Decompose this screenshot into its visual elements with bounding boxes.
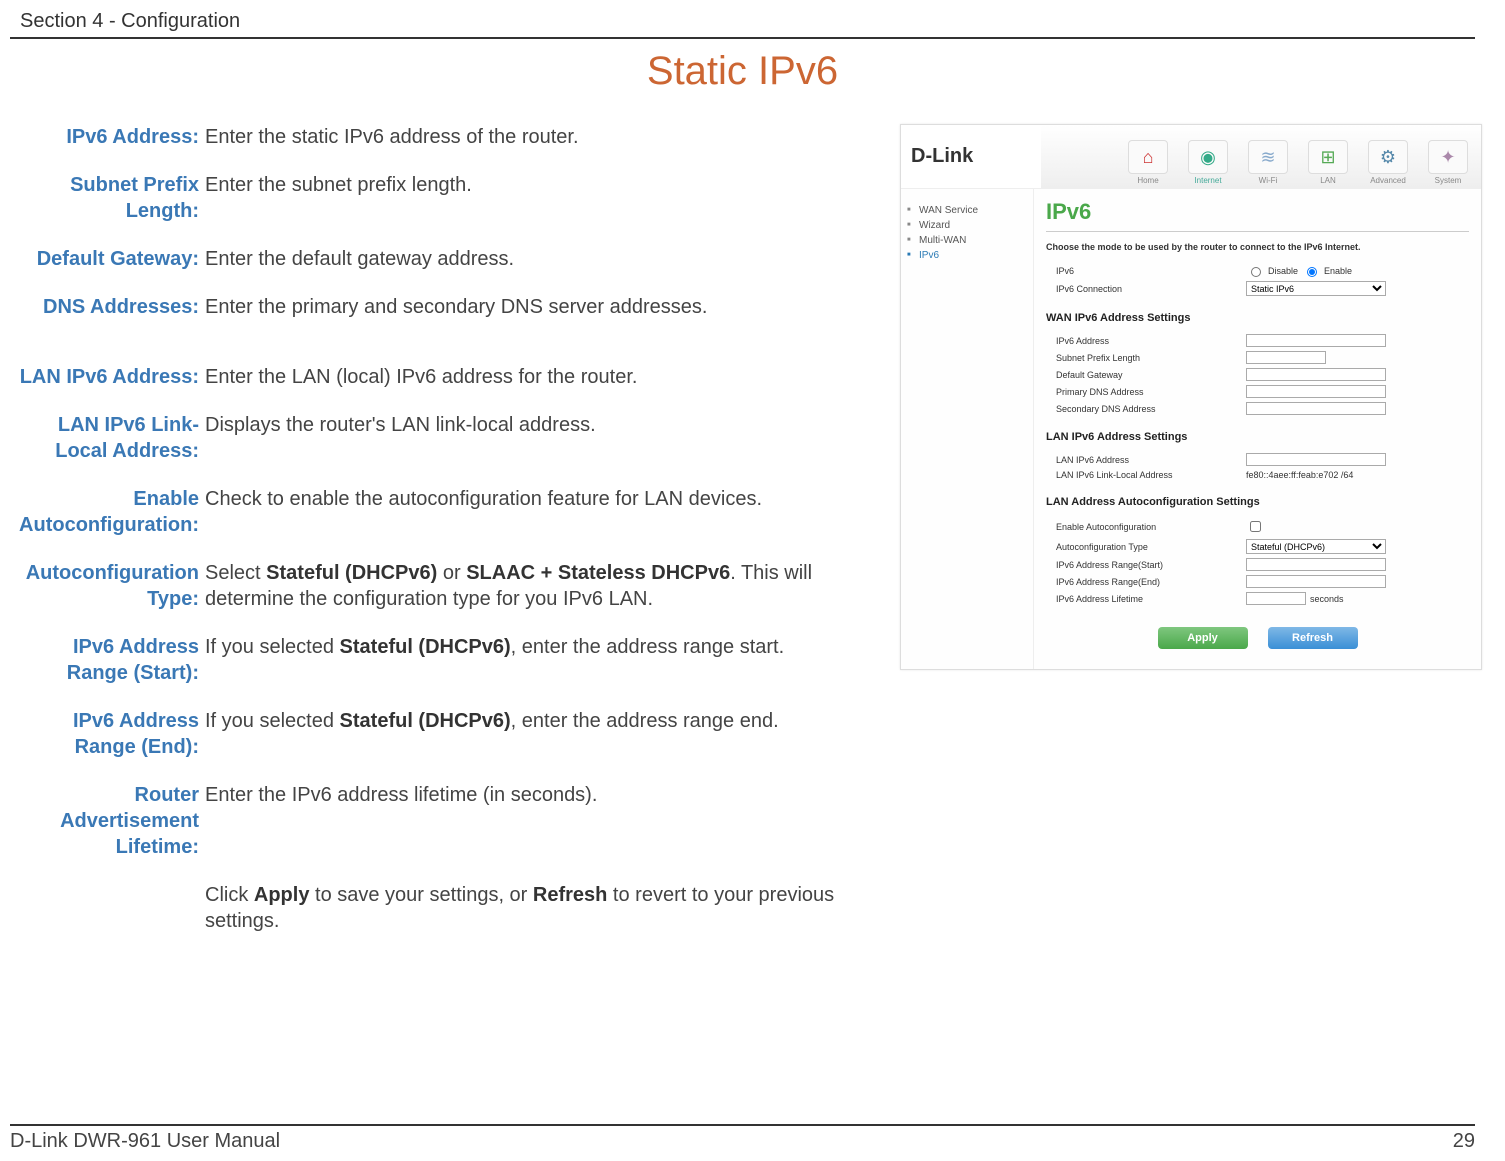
wan-gateway-input[interactable] <box>1246 368 1386 381</box>
label-ipv6-address: IPv6 Address: <box>10 124 205 150</box>
autoconfig-type-select[interactable]: Stateful (DHCPv6) <box>1246 539 1386 554</box>
radio-enable[interactable] <box>1307 267 1317 277</box>
sidebar-item-wizard[interactable]: Wizard <box>907 218 1027 233</box>
wifi-icon: ≋ <box>1248 140 1288 174</box>
page-title: Static IPv6 <box>10 49 1475 94</box>
router-ui-screenshot: D-Link ⌂Home ◉Internet ≋Wi-Fi ⊞LAN ⚙Adva… <box>900 124 1482 670</box>
desc-default-gateway: Enter the default gateway address. <box>205 246 860 272</box>
section-autoconfig-title: LAN Address Autoconfiguration Settings <box>1046 496 1469 508</box>
top-nav: ⌂Home ◉Internet ≋Wi-Fi ⊞LAN ⚙Advanced ✦S… <box>1041 125 1481 188</box>
main-heading: IPv6 <box>1046 199 1469 232</box>
range-end-label: IPv6 Address Range(End) <box>1056 577 1246 587</box>
label-lan-linklocal: LAN IPv6 Link-Local Address: <box>10 412 205 464</box>
desc-range-end: If you selected Stateful (DHCPv6), enter… <box>205 708 860 760</box>
wan-ipv6-address-label: IPv6 Address <box>1056 336 1246 346</box>
wan-prefix-label: Subnet Prefix Length <box>1056 353 1246 363</box>
desc-range-start: If you selected Stateful (DHCPv6), enter… <box>205 634 860 686</box>
footer-page-number: 29 <box>1453 1130 1475 1153</box>
wan-gateway-label: Default Gateway <box>1056 370 1246 380</box>
footer-left: D-Link DWR-961 User Manual <box>10 1130 280 1153</box>
sidebar-item-wan[interactable]: WAN Service <box>907 203 1027 218</box>
label-enable-autoconfig: Enable Autoconfiguration: <box>10 486 205 538</box>
wan-dns2-input[interactable] <box>1246 402 1386 415</box>
dlink-logo: D-Link <box>901 125 1041 188</box>
nav-home[interactable]: ⌂Home <box>1120 140 1176 188</box>
refresh-button[interactable]: Refresh <box>1268 627 1358 649</box>
lan-ipv6-input[interactable] <box>1246 453 1386 466</box>
sidebar-item-multiwan[interactable]: Multi-WAN <box>907 233 1027 248</box>
desc-ipv6-address: Enter the static IPv6 address of the rou… <box>205 124 860 150</box>
desc-ra-lifetime: Enter the IPv6 address lifetime (in seco… <box>205 782 860 860</box>
label-range-start: IPv6 Address Range (Start): <box>10 634 205 686</box>
nav-internet[interactable]: ◉Internet <box>1180 140 1236 188</box>
apply-button[interactable]: Apply <box>1158 627 1248 649</box>
radio-enable-label: Enable <box>1324 266 1352 276</box>
desc-subnet-prefix: Enter the subnet prefix length. <box>205 172 860 224</box>
field-label-conn: IPv6 Connection <box>1056 284 1246 294</box>
advanced-icon: ⚙ <box>1368 140 1408 174</box>
desc-enable-autoconfig: Check to enable the autoconfiguration fe… <box>205 486 860 538</box>
section-wan-title: WAN IPv6 Address Settings <box>1046 312 1469 324</box>
sidebar-item-ipv6[interactable]: IPv6 <box>907 248 1027 263</box>
autoconfig-enable-checkbox[interactable] <box>1250 521 1261 532</box>
intro-text: Choose the mode to be used by the router… <box>1046 242 1469 252</box>
wan-dns2-label: Secondary DNS Address <box>1056 404 1246 414</box>
label-subnet-prefix: Subnet Prefix Length: <box>10 172 205 224</box>
internet-icon: ◉ <box>1188 140 1228 174</box>
desc-apply-refresh: Click Apply to save your settings, or Re… <box>205 882 860 934</box>
autoconfig-enable-label: Enable Autoconfiguration <box>1056 522 1246 532</box>
desc-lan-ipv6: Enter the LAN (local) IPv6 address for t… <box>205 364 860 390</box>
nav-system[interactable]: ✦System <box>1420 140 1476 188</box>
radio-disable[interactable] <box>1251 267 1261 277</box>
section-header: Section 4 - Configuration <box>10 10 1475 39</box>
desc-lan-linklocal: Displays the router's LAN link-local add… <box>205 412 860 464</box>
section-lan-title: LAN IPv6 Address Settings <box>1046 431 1469 443</box>
range-start-label: IPv6 Address Range(Start) <box>1056 560 1246 570</box>
lan-linklocal-label: LAN IPv6 Link-Local Address <box>1056 470 1246 480</box>
field-label-ipv6: IPv6 <box>1056 266 1246 276</box>
label-lan-ipv6: LAN IPv6 Address: <box>10 364 205 390</box>
label-autoconfig-type: Autoconfiguration Type: <box>10 560 205 612</box>
system-icon: ✦ <box>1428 140 1468 174</box>
sidebar: WAN Service Wizard Multi-WAN IPv6 <box>901 189 1034 669</box>
autoconfig-type-label: Autoconfiguration Type <box>1056 542 1246 552</box>
desc-autoconfig-type: Select Stateful (DHCPv6) or SLAAC + Stat… <box>205 560 860 612</box>
lifetime-input[interactable] <box>1246 592 1306 605</box>
label-empty <box>10 882 205 934</box>
label-dns-addresses: DNS Addresses: <box>10 294 205 320</box>
nav-lan[interactable]: ⊞LAN <box>1300 140 1356 188</box>
lan-ipv6-label: LAN IPv6 Address <box>1056 455 1246 465</box>
select-connection[interactable]: Static IPv6 <box>1246 281 1386 296</box>
lan-icon: ⊞ <box>1308 140 1348 174</box>
lifetime-label: IPv6 Address Lifetime <box>1056 594 1246 604</box>
definitions-column: IPv6 Address:Enter the static IPv6 addre… <box>10 124 860 956</box>
wan-dns1-label: Primary DNS Address <box>1056 387 1246 397</box>
label-range-end: IPv6 Address Range (End): <box>10 708 205 760</box>
radio-disable-label: Disable <box>1268 266 1298 276</box>
lan-linklocal-value: fe80::4aee:ff:feab:e702 /64 <box>1246 470 1353 480</box>
wan-dns1-input[interactable] <box>1246 385 1386 398</box>
wan-ipv6-address-input[interactable] <box>1246 334 1386 347</box>
label-default-gateway: Default Gateway: <box>10 246 205 272</box>
range-start-input[interactable] <box>1246 558 1386 571</box>
range-end-input[interactable] <box>1246 575 1386 588</box>
label-ra-lifetime: Router Advertisement Lifetime: <box>10 782 205 860</box>
wan-prefix-input[interactable] <box>1246 351 1326 364</box>
desc-dns-addresses: Enter the primary and secondary DNS serv… <box>205 294 860 320</box>
lifetime-unit: seconds <box>1310 594 1344 604</box>
nav-wifi[interactable]: ≋Wi-Fi <box>1240 140 1296 188</box>
home-icon: ⌂ <box>1128 140 1168 174</box>
nav-advanced[interactable]: ⚙Advanced <box>1360 140 1416 188</box>
